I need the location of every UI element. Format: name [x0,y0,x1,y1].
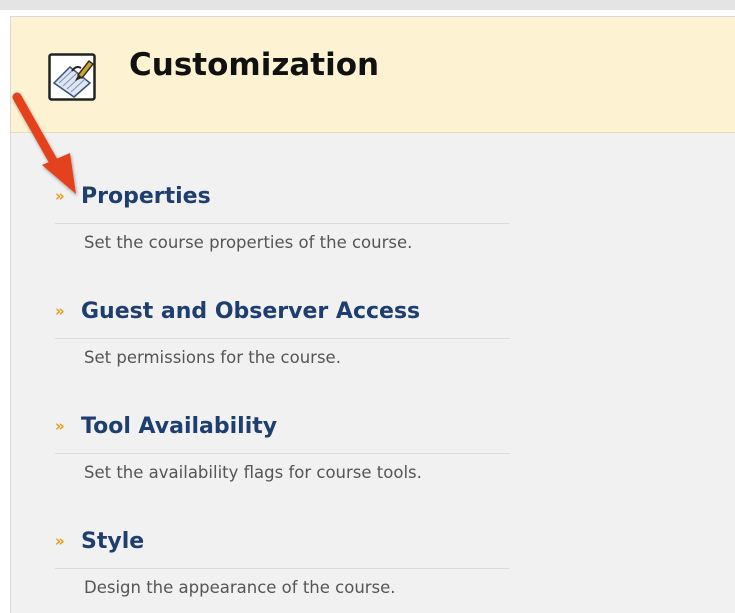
guest-observer-access-description: Set permissions for the course. [84,348,341,367]
left-edge-gap [0,322,9,348]
properties-title: Properties [81,184,211,209]
menu-item-style: » Style Design the appearance of the cour… [55,529,510,597]
page-title: Customization [129,47,380,83]
menu-item-properties: » Properties Set the course properties of… [55,184,510,252]
double-chevron-icon: » [55,417,65,435]
style-description: Design the appearance of the course. [84,578,396,597]
edit-pencil-icon [48,53,96,101]
tool-availability-title: Tool Availability [81,414,278,439]
properties-link[interactable]: » Properties [55,184,510,224]
panel-header: Customization [11,17,735,133]
menu-item-tool-availability: » Tool Availability Set the availability … [55,414,510,482]
style-title: Style [81,529,145,554]
top-strip [0,0,735,10]
menu-item-guest-observer-access: » Guest and Observer Access Set permissio… [55,299,510,367]
properties-description: Set the course properties of the course. [84,233,413,252]
double-chevron-icon: » [55,302,65,320]
double-chevron-icon: » [55,187,65,205]
double-chevron-icon: » [55,532,65,550]
guest-observer-access-title: Guest and Observer Access [81,299,421,324]
guest-observer-access-link[interactable]: » Guest and Observer Access [55,299,510,339]
customization-panel: Customization » Properties Set the course… [10,16,735,613]
style-link[interactable]: » Style [55,529,510,569]
tool-availability-description: Set the availability flags for course to… [84,463,422,482]
tool-availability-link[interactable]: » Tool Availability [55,414,510,454]
